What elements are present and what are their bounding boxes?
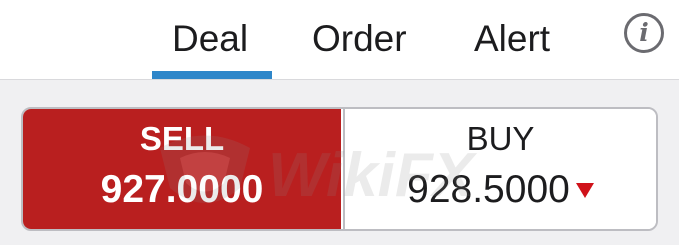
tab-alert[interactable]: Alert bbox=[474, 14, 550, 64]
top-tab-bar: Deal Order Alert i bbox=[0, 0, 679, 80]
deal-price-panel: SELL 927.0000 BUY 928.5000 bbox=[21, 107, 658, 231]
buy-price-row: 928.5000 bbox=[345, 167, 656, 213]
tab-deal[interactable]: Deal bbox=[172, 14, 248, 64]
tab-order[interactable]: Order bbox=[312, 14, 407, 64]
info-icon[interactable]: i bbox=[624, 13, 664, 53]
sell-label: SELL bbox=[139, 120, 225, 157]
sell-price: 927.0000 bbox=[100, 168, 264, 211]
buy-price: 928.5000 bbox=[407, 168, 570, 211]
down-arrow-icon bbox=[575, 183, 594, 198]
buy-label: BUY bbox=[466, 120, 535, 157]
active-tab-indicator bbox=[152, 71, 272, 79]
buy-button[interactable]: BUY 928.5000 bbox=[343, 109, 656, 229]
sell-button[interactable]: SELL 927.0000 bbox=[23, 109, 341, 229]
